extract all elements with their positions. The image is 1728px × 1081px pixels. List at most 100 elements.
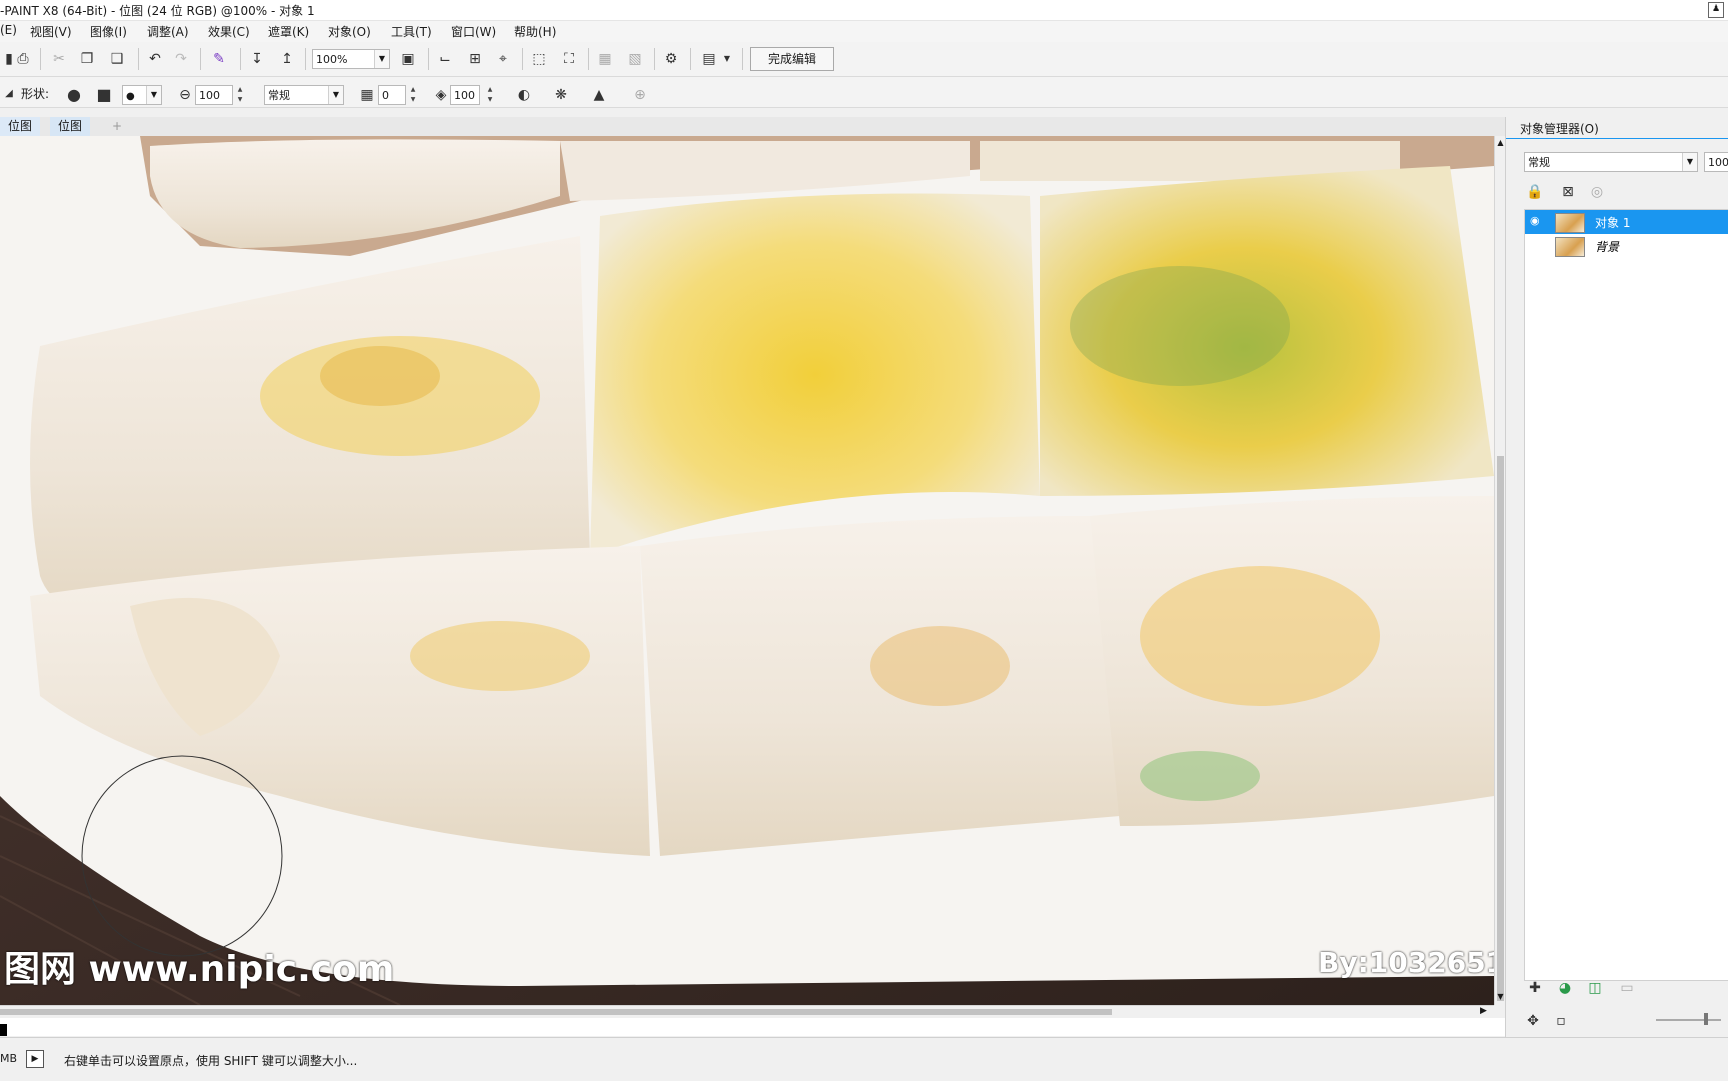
export-icon[interactable]: ↥ [278,50,296,68]
menu-edit[interactable]: (E) [0,23,17,37]
tab-bitmap-2[interactable]: 位图 [50,117,91,136]
menu-window[interactable]: 窗口(W) [451,23,496,40]
clip-mask-icon[interactable]: ◎ [1588,183,1606,201]
user-icon[interactable]: ♟ [1708,2,1724,18]
add-tab-icon[interactable]: + [104,117,130,136]
menu-view[interactable]: 视图(V) [30,23,72,40]
eye-icon[interactable]: ◉ [1530,214,1540,227]
zoom-value: 100% [316,53,348,66]
layer-thumbnail [1555,237,1585,257]
layer-opacity-field[interactable]: 100 [1704,152,1728,172]
layer-row[interactable]: 背景 [1525,234,1728,258]
menu-mask[interactable]: 遮罩(K) [268,23,309,40]
horizontal-scroll-thumb[interactable] [0,1009,1112,1015]
thumbnail-size-slider[interactable] [1656,1019,1721,1021]
redo-icon[interactable]: ↷ [172,50,190,68]
crop-icon[interactable]: ⛶ [560,50,578,68]
canvas-footer-strip [0,1018,1505,1036]
layer-name: 背景 [1595,240,1620,254]
chevron-down-icon[interactable]: ▼ [1682,153,1697,171]
chevron-down-icon[interactable]: ▼ [374,50,389,68]
object-manager-docker: 对象管理器(O) 常规 ▼ 100 🔒 ⊠ ◎ ◉ 对象 1 背景 ✚ ◕ ◫ … [1505,117,1728,1037]
watermark-left: 图网 www.nipic.com [4,949,395,990]
chevron-down-icon[interactable]: ▼ [146,86,161,104]
add-icon[interactable]: ⊕ [631,86,649,104]
layer-mode-combo[interactable]: 常规 ▼ [1524,152,1698,172]
document-tabs: 位图 位图 + [0,117,1505,136]
full-screen-icon[interactable]: ▣ [399,50,417,68]
menu-help[interactable]: 帮助(H) [514,23,556,40]
nib-size-icon: ⊖ [179,87,191,103]
slider-handle[interactable] [1704,1013,1708,1025]
application-launcher-icon[interactable]: ▤ [700,50,718,68]
grid-icon[interactable]: ⊞ [466,50,484,68]
menu-adjust[interactable]: 调整(A) [147,23,189,40]
guidelines-icon[interactable]: ⌖ [494,50,512,68]
layer-thumbnail [1555,213,1585,233]
menu-bar: (E) 视图(V) 图像(I) 调整(A) 效果(C) 遮罩(K) 对象(O) … [0,21,1728,43]
nib-size-field[interactable]: 100 [195,85,233,105]
menu-effects[interactable]: 效果(C) [208,23,250,40]
vertical-scroll-thumb[interactable] [1497,456,1504,1001]
undo-icon[interactable]: ↶ [146,50,164,68]
memory-label: MB [0,1052,18,1065]
properties-icon[interactable]: ▫ [1552,1012,1570,1030]
new-lens-icon[interactable]: ◕ [1556,979,1574,997]
feather-field[interactable]: 100 [450,85,480,105]
tab-bitmap-1[interactable]: 位图 [0,117,41,136]
merge-icon[interactable]: ▧ [626,50,644,68]
layers-list: ◉ 对象 1 背景 [1524,209,1728,981]
merge-mode-combo[interactable]: 常规 ▼ [264,85,344,105]
transparency-field[interactable]: 0 [378,85,406,105]
cut-icon[interactable]: ✂ [50,50,68,68]
status-bar: MB ▶ 右键单击可以设置原点，使用 SHIFT 键可以调整大小... [0,1037,1728,1081]
transparency-icon: ▦ [360,87,374,103]
print-icon[interactable]: ⎙ [14,50,32,68]
image-canvas[interactable]: 图网 www.nipic.com By:10326513 [0,136,1494,1005]
round-nib-icon[interactable]: ● [65,86,83,104]
new-object-icon[interactable]: ✚ [1526,979,1544,997]
options-gear-icon[interactable]: ⚙ [662,50,680,68]
lock-transparency-icon[interactable]: ⊠ [1559,183,1577,201]
scroll-right-icon[interactable]: ▶ [1480,1006,1487,1016]
mask-marquee-icon[interactable]: ⬚ [530,50,548,68]
copy-icon[interactable]: ❐ [78,50,96,68]
horizontal-scrollbar[interactable]: ▶ [0,1005,1494,1018]
import-icon[interactable]: ↧ [248,50,266,68]
transparency-spinner[interactable]: ▲ ▼ [408,85,418,105]
menu-object[interactable]: 对象(O) [328,23,371,40]
brush-settings-icon[interactable]: ❋ [552,86,570,104]
rulers-icon[interactable]: ⌙ [436,50,454,68]
window-title: -PAINT X8 (64-Bit) - 位图 (24 位 RGB) @100%… [0,4,315,18]
delete-object-icon[interactable]: ▭ [1618,979,1636,997]
combine-icon[interactable]: ▦ [596,50,614,68]
zoom-combo[interactable]: 100% ▼ [312,49,390,69]
play-icon[interactable]: ▶ [26,1050,44,1068]
paste-icon[interactable]: ❑ [108,50,126,68]
symmetry-icon[interactable]: ◐ [515,86,533,104]
object-manager-title: 对象管理器(O) [1520,122,1599,136]
pan-icon[interactable]: ✥ [1524,1012,1542,1030]
navigator-icon[interactable] [0,1024,7,1036]
standard-toolbar: ▮ ⎙ ✂ ❐ ❑ ↶ ↷ ✎ ↧ ↥ 100% ▼ ▣ ⌙ ⊞ ⌖ ⬚ ⛶ ▦… [0,42,1728,77]
property-bar: ◢ 形状: ● ■ ● ▼ ⊖ 100 ▲ ▼ 常规 ▼ ▦ 0 ▲ ▼ ◈ 100… [0,77,1728,108]
lock-icon[interactable]: 🔒 [1526,183,1544,201]
menu-image[interactable]: 图像(I) [90,23,127,40]
launch-corel-icon[interactable]: ✎ [210,50,228,68]
pen-settings-icon[interactable]: ▲ [590,86,608,104]
nib-shape-combo[interactable]: ● ▼ [122,85,162,105]
new-mask-from-object-icon[interactable]: ◫ [1586,979,1604,997]
status-message: 右键单击可以设置原点，使用 SHIFT 键可以调整大小... [64,1054,358,1068]
menu-tools[interactable]: 工具(T) [391,23,432,40]
shape-label: 形状: [21,87,50,101]
chevron-down-icon[interactable]: ▼ [328,86,343,104]
tool-corner-icon: ◢ [5,88,13,99]
chevron-down-icon[interactable]: ▼ [718,50,736,68]
title-bar: -PAINT X8 (64-Bit) - 位图 (24 位 RGB) @100%… [0,0,1728,21]
feather-spinner[interactable]: ▲ ▼ [485,85,495,105]
square-nib-icon[interactable]: ■ [95,86,113,104]
finish-editing-button[interactable]: 完成编辑 [750,47,834,71]
feather-icon: ◈ [435,87,447,103]
layer-row[interactable]: ◉ 对象 1 [1525,210,1728,234]
size-spinner[interactable]: ▲ ▼ [235,85,245,105]
